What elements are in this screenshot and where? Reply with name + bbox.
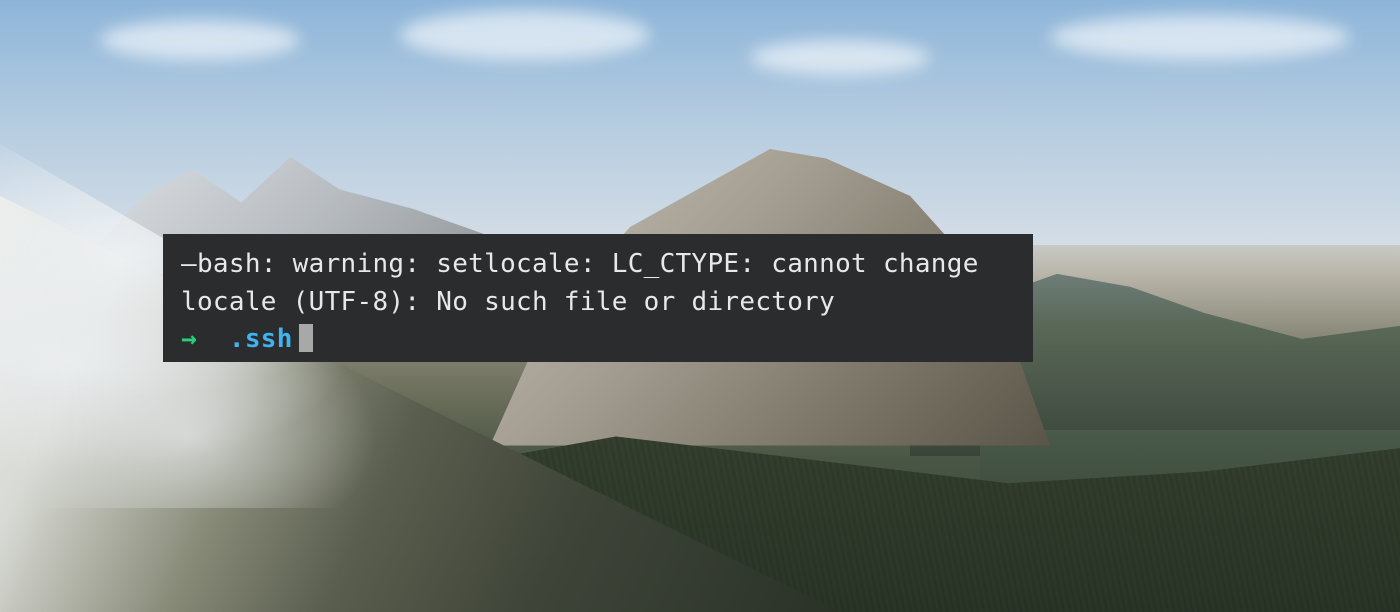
wallpaper-cloud bbox=[750, 40, 930, 75]
prompt-current-directory: .ssh bbox=[229, 321, 293, 359]
wallpaper-cloud bbox=[400, 10, 650, 60]
terminal-window[interactable]: —bash: warning: setlocale: LC_CTYPE: can… bbox=[163, 234, 1033, 362]
wallpaper-cloud bbox=[1050, 15, 1350, 60]
prompt-arrow-icon: → bbox=[181, 321, 197, 359]
prompt-spacer bbox=[197, 321, 229, 359]
terminal-prompt-line[interactable]: → .ssh bbox=[181, 321, 1015, 359]
wallpaper-cloud bbox=[100, 20, 300, 60]
terminal-output-line: —bash: warning: setlocale: LC_CTYPE: can… bbox=[181, 246, 1015, 284]
terminal-output-line: locale (UTF-8): No such file or director… bbox=[181, 284, 1015, 322]
terminal-cursor bbox=[299, 324, 313, 352]
